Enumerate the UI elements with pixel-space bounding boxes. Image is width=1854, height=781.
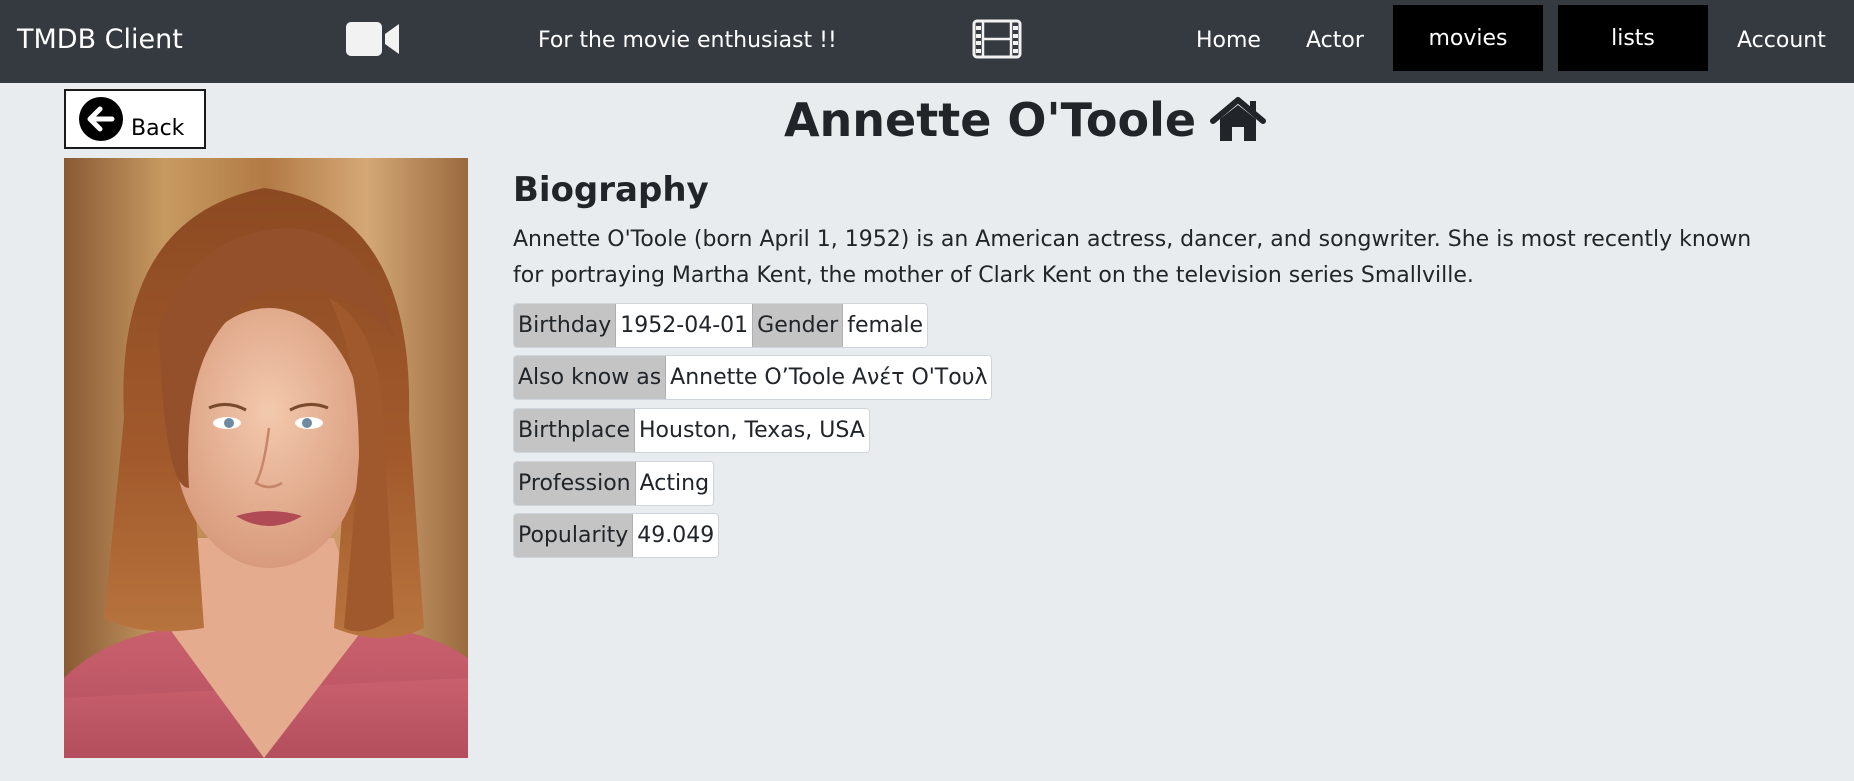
birthplace-label: Birthplace [514, 409, 636, 452]
birthplace-value: Houston, Texas, USA [635, 409, 869, 452]
back-button[interactable]: Back [64, 89, 206, 149]
gender-value: female [843, 304, 928, 347]
aka-row: Also know as Annette O’Toole Ανέτ Ο'Τουλ [513, 355, 993, 400]
birthday-value: 1952-04-01 [616, 304, 753, 347]
profession-value: Acting [635, 462, 714, 505]
arrow-left-circle-icon [79, 97, 123, 141]
home-icon[interactable] [1210, 97, 1267, 143]
birthday-label: Birthday [514, 304, 617, 347]
page-title: Annette O'Toole [783, 93, 1197, 147]
aka-label: Also know as [514, 356, 667, 399]
nav-account-link[interactable]: Account [1737, 26, 1826, 56]
brand-link[interactable]: TMDB Client [17, 22, 183, 58]
birthplace-row: Birthplace Houston, Texas, USA [513, 408, 870, 453]
profession-label: Profession [514, 462, 636, 505]
popularity-row: Popularity 49.049 [513, 513, 720, 558]
popularity-value: 49.049 [633, 514, 719, 557]
page-title-wrap: Annette O'Toole [700, 90, 1350, 150]
gender-label: Gender [752, 304, 844, 347]
navbar: TMDB Client For the movie enthusiast !! … [0, 0, 1854, 83]
birthday-gender-row: Birthday 1952-04-01 Gender female [513, 303, 929, 348]
profession-row: Profession Acting [513, 461, 715, 506]
nav-lists-button[interactable]: lists [1558, 5, 1708, 71]
film-strip-icon [972, 19, 1022, 59]
nav-actor-link[interactable]: Actor [1306, 26, 1364, 56]
video-camera-icon [346, 22, 399, 56]
actor-portrait [64, 158, 468, 758]
back-label: Back [131, 116, 185, 141]
tagline: For the movie enthusiast !! [538, 28, 837, 53]
nav-home-link[interactable]: Home [1196, 26, 1261, 56]
biography-text: Annette O'Toole (born April 1, 1952) is … [513, 227, 1752, 288]
portrait-image [64, 158, 468, 758]
nav-movies-button[interactable]: movies [1393, 5, 1543, 71]
aka-value: Annette O’Toole Ανέτ Ο'Τουλ [666, 356, 992, 399]
popularity-label: Popularity [514, 514, 634, 557]
biography-heading: Biography [513, 170, 709, 210]
